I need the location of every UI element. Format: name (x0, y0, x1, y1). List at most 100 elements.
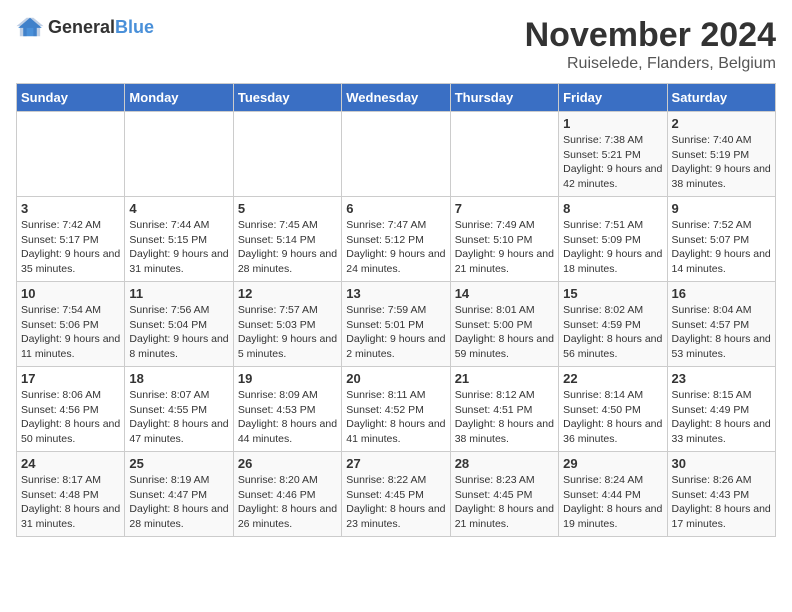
day-info: Sunrise: 8:19 AM Sunset: 4:47 PM Dayligh… (129, 473, 228, 532)
calendar-cell (450, 112, 558, 197)
day-info: Sunrise: 8:06 AM Sunset: 4:56 PM Dayligh… (21, 388, 120, 447)
calendar-cell: 7Sunrise: 7:49 AM Sunset: 5:10 PM Daylig… (450, 197, 558, 282)
week-row-2: 10 Sunrise: 7:54 AM Sunset: 5:06 PM Dayli… (17, 282, 776, 367)
main-title: November 2024 (525, 16, 776, 55)
day-number: 13 (346, 286, 445, 301)
day-info: Sunrise: 8:22 AM Sunset: 4:45 PM Dayligh… (346, 473, 445, 532)
day-info: Sunrise: 7:42 AM Sunset: 5:17 PM Dayligh… (21, 218, 120, 277)
day-number: 7 (455, 201, 554, 216)
day-number: 20 (346, 371, 445, 386)
day-number: 6 (346, 201, 445, 216)
logo-text: GeneralBlue (48, 17, 154, 38)
day-info: Sunrise: 8:09 AM Sunset: 4:53 PM Dayligh… (238, 388, 337, 447)
day-info: Sunrise: 7:54 AM Sunset: 5:06 PM Dayligh… (21, 303, 120, 362)
day-info: Sunrise: 8:24 AM Sunset: 4:44 PM Dayligh… (563, 473, 662, 532)
day-number: 5 (238, 201, 337, 216)
header-saturday: Saturday (667, 84, 775, 112)
week-row-1: 3 Sunrise: 7:42 AM Sunset: 5:17 PM Daylig… (17, 197, 776, 282)
week-row-4: 24 Sunrise: 8:17 AM Sunset: 4:48 PM Dayli… (17, 452, 776, 537)
day-info: Sunrise: 8:23 AM Sunset: 4:45 PM Dayligh… (455, 473, 554, 532)
calendar-cell: 25 Sunrise: 8:19 AM Sunset: 4:47 PM Dayli… (125, 452, 233, 537)
day-info: Sunrise: 7:40 AM Sunset: 5:19 PM Dayligh… (672, 133, 771, 192)
calendar-table: SundayMondayTuesdayWednesdayThursdayFrid… (16, 83, 776, 537)
header-thursday: Thursday (450, 84, 558, 112)
calendar-cell: 19 Sunrise: 8:09 AM Sunset: 4:53 PM Dayli… (233, 367, 341, 452)
day-number: 22 (563, 371, 662, 386)
day-number: 4 (129, 201, 228, 216)
calendar-cell: 20 Sunrise: 8:11 AM Sunset: 4:52 PM Dayli… (342, 367, 450, 452)
header: GeneralBlue November 2024 Ruiselede, Fla… (16, 16, 776, 73)
calendar-cell (233, 112, 341, 197)
calendar-cell: 9 Sunrise: 7:52 AM Sunset: 5:07 PM Daylig… (667, 197, 775, 282)
day-number: 28 (455, 456, 554, 471)
calendar-cell: 4Sunrise: 7:44 AM Sunset: 5:15 PM Daylig… (125, 197, 233, 282)
day-number: 1 (563, 116, 662, 131)
calendar-cell: 8Sunrise: 7:51 AM Sunset: 5:09 PM Daylig… (559, 197, 667, 282)
logo: GeneralBlue (16, 16, 154, 38)
day-number: 23 (672, 371, 771, 386)
day-info: Sunrise: 7:56 AM Sunset: 5:04 PM Dayligh… (129, 303, 228, 362)
calendar-cell: 26Sunrise: 8:20 AM Sunset: 4:46 PM Dayli… (233, 452, 341, 537)
calendar-cell: 23 Sunrise: 8:15 AM Sunset: 4:49 PM Dayli… (667, 367, 775, 452)
calendar-cell: 21 Sunrise: 8:12 AM Sunset: 4:51 PM Dayli… (450, 367, 558, 452)
day-info: Sunrise: 8:15 AM Sunset: 4:49 PM Dayligh… (672, 388, 771, 447)
subtitle: Ruiselede, Flanders, Belgium (525, 55, 776, 73)
week-row-3: 17 Sunrise: 8:06 AM Sunset: 4:56 PM Dayli… (17, 367, 776, 452)
calendar-cell: 5 Sunrise: 7:45 AM Sunset: 5:14 PM Daylig… (233, 197, 341, 282)
day-number: 29 (563, 456, 662, 471)
header-row: SundayMondayTuesdayWednesdayThursdayFrid… (17, 84, 776, 112)
day-info: Sunrise: 8:11 AM Sunset: 4:52 PM Dayligh… (346, 388, 445, 447)
day-number: 12 (238, 286, 337, 301)
calendar-cell: 18Sunrise: 8:07 AM Sunset: 4:55 PM Dayli… (125, 367, 233, 452)
calendar-cell: 14Sunrise: 8:01 AM Sunset: 5:00 PM Dayli… (450, 282, 558, 367)
day-info: Sunrise: 8:12 AM Sunset: 4:51 PM Dayligh… (455, 388, 554, 447)
day-info: Sunrise: 7:52 AM Sunset: 5:07 PM Dayligh… (672, 218, 771, 277)
calendar-cell: 22 Sunrise: 8:14 AM Sunset: 4:50 PM Dayli… (559, 367, 667, 452)
calendar-cell: 30Sunrise: 8:26 AM Sunset: 4:43 PM Dayli… (667, 452, 775, 537)
calendar-cell: 28 Sunrise: 8:23 AM Sunset: 4:45 PM Dayli… (450, 452, 558, 537)
day-number: 8 (563, 201, 662, 216)
header-friday: Friday (559, 84, 667, 112)
day-info: Sunrise: 7:59 AM Sunset: 5:01 PM Dayligh… (346, 303, 445, 362)
logo-blue: Blue (115, 17, 154, 37)
calendar-cell (125, 112, 233, 197)
day-number: 11 (129, 286, 228, 301)
day-info: Sunrise: 8:17 AM Sunset: 4:48 PM Dayligh… (21, 473, 120, 532)
calendar-cell: 3 Sunrise: 7:42 AM Sunset: 5:17 PM Daylig… (17, 197, 125, 282)
day-number: 2 (672, 116, 771, 131)
day-info: Sunrise: 8:14 AM Sunset: 4:50 PM Dayligh… (563, 388, 662, 447)
day-number: 17 (21, 371, 120, 386)
title-area: November 2024 Ruiselede, Flanders, Belgi… (525, 16, 776, 73)
calendar-cell: 29 Sunrise: 8:24 AM Sunset: 4:44 PM Dayli… (559, 452, 667, 537)
day-number: 21 (455, 371, 554, 386)
calendar-cell: 16Sunrise: 8:04 AM Sunset: 4:57 PM Dayli… (667, 282, 775, 367)
calendar-cell: 12Sunrise: 7:57 AM Sunset: 5:03 PM Dayli… (233, 282, 341, 367)
day-number: 10 (21, 286, 120, 301)
header-wednesday: Wednesday (342, 84, 450, 112)
day-info: Sunrise: 8:20 AM Sunset: 4:46 PM Dayligh… (238, 473, 337, 532)
day-number: 24 (21, 456, 120, 471)
header-monday: Monday (125, 84, 233, 112)
calendar-cell: 17 Sunrise: 8:06 AM Sunset: 4:56 PM Dayli… (17, 367, 125, 452)
calendar-cell (342, 112, 450, 197)
calendar-cell: 27Sunrise: 8:22 AM Sunset: 4:45 PM Dayli… (342, 452, 450, 537)
day-number: 3 (21, 201, 120, 216)
day-info: Sunrise: 7:38 AM Sunset: 5:21 PM Dayligh… (563, 133, 662, 192)
day-info: Sunrise: 8:01 AM Sunset: 5:00 PM Dayligh… (455, 303, 554, 362)
calendar-cell: 13 Sunrise: 7:59 AM Sunset: 5:01 PM Dayli… (342, 282, 450, 367)
day-info: Sunrise: 7:45 AM Sunset: 5:14 PM Dayligh… (238, 218, 337, 277)
day-number: 15 (563, 286, 662, 301)
day-number: 25 (129, 456, 228, 471)
calendar-cell: 6Sunrise: 7:47 AM Sunset: 5:12 PM Daylig… (342, 197, 450, 282)
day-number: 9 (672, 201, 771, 216)
day-number: 19 (238, 371, 337, 386)
calendar-cell: 1 Sunrise: 7:38 AM Sunset: 5:21 PM Daylig… (559, 112, 667, 197)
header-tuesday: Tuesday (233, 84, 341, 112)
day-info: Sunrise: 8:26 AM Sunset: 4:43 PM Dayligh… (672, 473, 771, 532)
calendar-cell: 11 Sunrise: 7:56 AM Sunset: 5:04 PM Dayli… (125, 282, 233, 367)
calendar-cell: 24 Sunrise: 8:17 AM Sunset: 4:48 PM Dayli… (17, 452, 125, 537)
calendar-cell: 15 Sunrise: 8:02 AM Sunset: 4:59 PM Dayli… (559, 282, 667, 367)
day-info: Sunrise: 8:02 AM Sunset: 4:59 PM Dayligh… (563, 303, 662, 362)
day-info: Sunrise: 8:07 AM Sunset: 4:55 PM Dayligh… (129, 388, 228, 447)
day-number: 16 (672, 286, 771, 301)
